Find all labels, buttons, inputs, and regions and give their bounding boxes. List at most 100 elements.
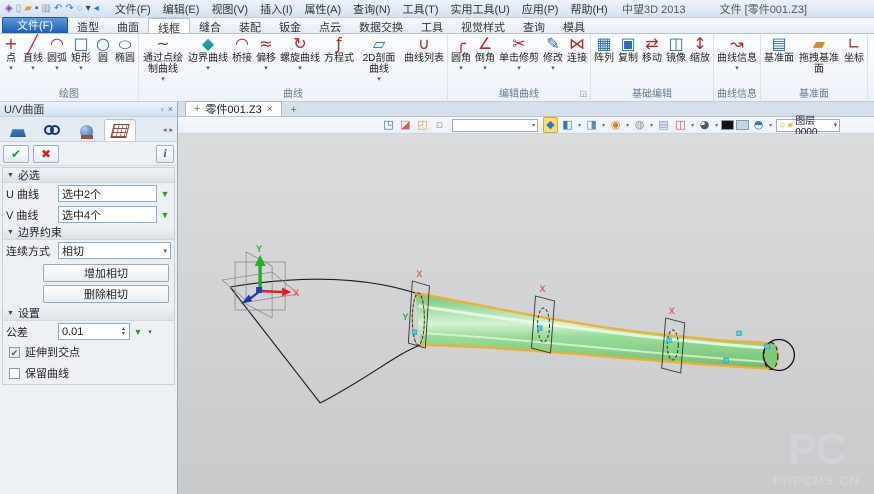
3d-viewport[interactable]: X Y X Y X X PC PHPCMS.CN [178,134,874,494]
ribbon-button-scale[interactable]: ↕缩放 [688,35,712,64]
u-pick-arrow-icon[interactable]: ▼ [159,189,171,199]
ribbon-button-spiral-curve[interactable]: ↻螺旋曲线▾ [278,35,322,72]
layer-combobox[interactable]: ○●图层0000▾ [776,119,840,132]
qa-dropdown-icon[interactable]: ▾ [86,3,91,15]
ribbon-button-fillet[interactable]: ╭圆角▾ [449,35,473,72]
ribbon-button-chamfer[interactable]: ∠倒角▾ [473,35,497,72]
cancel-button[interactable]: ✖ [33,145,59,163]
chevron-down-icon[interactable]: ▾ [377,76,381,83]
quick-input-combobox[interactable]: ▾ [452,119,538,132]
tab-point-cloud[interactable]: 点云 [310,18,350,33]
menu-tools[interactable]: 工具(T) [396,1,444,17]
redo-icon[interactable]: ↷ [65,3,73,15]
menu-help[interactable]: 帮助(H) [564,1,613,17]
chevron-down-icon[interactable]: ▾ [517,65,521,72]
v-pick-arrow-icon[interactable]: ▼ [159,210,171,220]
image-plane-icon[interactable]: ▤ [656,118,671,132]
section-boundary[interactable]: ▼ 边界约束 [3,225,174,240]
shadow-sphere-icon[interactable]: ◕ [697,118,712,132]
app-logo-icon[interactable]: ◈ [5,3,13,15]
section-view-icon[interactable]: ◫ [673,118,688,132]
display-mode-icon[interactable]: ◨ [584,118,599,132]
ribbon-button-curve-list[interactable]: ∪曲线列表 [402,35,446,64]
ribbon-button-curve-info[interactable]: ↝曲线信息▾ [715,35,759,72]
chevron-down-icon[interactable]: ▾ [55,65,59,72]
new-file-icon[interactable]: ▯ [16,3,22,15]
tab-close-icon[interactable]: × [267,104,273,115]
ribbon-button-circle[interactable]: ○圆 [93,35,113,64]
panel-tab-prev-icon[interactable]: ◂ [163,126,167,134]
menu-inquire[interactable]: 查询(N) [347,1,396,17]
tab-assembly[interactable]: 装配 [230,18,270,33]
tab-surface[interactable]: 曲面 [108,18,148,33]
align-view-icon[interactable]: ◆ [543,117,558,133]
add-tangent-button[interactable]: 增加相切 [43,264,169,282]
ribbon-button-boundary-curve[interactable]: ◆边界曲线▾ [186,35,230,72]
entity-color-swatch[interactable] [721,120,734,130]
ribbon-button-arc[interactable]: ◠圆弧▾ [45,35,69,72]
ribbon-button-one-click-trim[interactable]: ✂单击修剪▾ [497,35,541,72]
menu-attributes[interactable]: 属性(A) [299,1,348,17]
section-settings[interactable]: ▼ 设置 [3,306,174,321]
tolerance-pick-arrow-icon[interactable]: ▼ [132,327,144,337]
menu-view[interactable]: 视图(V) [205,1,254,17]
ribbon-button-curve-through-points[interactable]: ~通过点绘制曲线▾ [140,35,186,83]
section-required[interactable]: ▼ 必选 [3,168,174,183]
ribbon-button-modify[interactable]: ✎修改▾ [541,35,565,72]
tab-tools[interactable]: 工具 [412,18,452,33]
ribbon-button-move[interactable]: ⇄移动 [640,35,664,64]
menu-utilities[interactable]: 实用工具(U) [445,1,516,17]
refresh-view-icon[interactable]: ◌ [77,3,83,15]
panel-tab-next-icon[interactable]: ▸ [169,126,173,134]
ribbon-button-drag-datum-plane[interactable]: ▰拖拽基准面 [796,35,842,75]
chevron-down-icon[interactable]: ▾ [769,122,772,129]
chevron-down-icon[interactable]: ▾ [650,122,653,129]
tolerance-input[interactable]: 0.01 ▲▼ [58,323,130,340]
ribbon-button-line[interactable]: ╱直线▾ [21,35,45,72]
ribbon-button-bridge-curve[interactable]: ◠桥接 [230,35,254,64]
panel-tab-render-sphere[interactable] [70,119,102,141]
chevron-down-icon[interactable]: ▾ [161,76,165,83]
chevron-down-icon[interactable]: ▾ [626,122,629,129]
continuity-select[interactable]: 相切 ▾ [58,242,171,259]
shaded-sphere-icon[interactable]: ◓ [751,118,766,132]
menu-insert[interactable]: 插入(I) [254,1,298,17]
ribbon-button-csys[interactable]: ∟坐标 [842,35,866,64]
print-icon[interactable]: ▥ [41,3,50,15]
chevron-down-icon[interactable]: ▾ [459,65,463,72]
chevron-down-icon[interactable]: ▾ [264,65,268,72]
panel-tab-uv-surface[interactable] [104,119,136,141]
ribbon-button-connect[interactable]: ⋈连接 [565,35,589,64]
undo-icon[interactable]: ↶ [54,3,62,15]
regen-part-icon[interactable]: ▫ [432,118,447,132]
u-curves-input[interactable]: 选中2个 [58,185,157,202]
menu-file[interactable]: 文件(F) [109,1,157,17]
spinner-arrows-icon[interactable]: ▲▼ [121,327,126,337]
chevron-down-icon[interactable]: ▾ [146,328,154,336]
dialog-launcher-icon[interactable]: ◲ [579,90,587,98]
chevron-down-icon[interactable]: ▾ [298,65,302,72]
v-curves-input[interactable]: 选中4个 [58,206,157,223]
standard-view-icon[interactable]: ◧ [560,118,575,132]
ribbon-button-offset-curve[interactable]: ≈偏移▾ [254,35,278,72]
chevron-down-icon[interactable]: ▾ [483,65,487,72]
ribbon-button-section-curve-2d[interactable]: ▱2D剖面曲线▾ [356,35,402,83]
ribbon-button-ellipse[interactable]: ○椭圆 [113,35,137,64]
ring-display-icon[interactable]: ◍ [632,118,647,132]
panel-float-icon[interactable]: ▫ [161,105,164,114]
tab-visual-style[interactable]: 视觉样式 [452,18,514,33]
chevron-down-icon[interactable]: ▾ [9,65,13,72]
unfold-face-icon[interactable]: ◰ [415,118,430,132]
chevron-down-icon[interactable]: ▾ [578,122,581,129]
ribbon-button-copy[interactable]: ▣复制 [616,35,640,64]
file-menu-button[interactable]: 文件(F) [2,17,68,33]
chevron-down-icon[interactable]: ▾ [602,122,605,129]
tab-shape[interactable]: 造型 [68,18,108,33]
chevron-down-icon[interactable]: ▾ [551,65,555,72]
new-tab-button[interactable]: + [282,104,306,116]
ribbon-button-mirror[interactable]: ◫镜像 [664,35,688,64]
chevron-down-icon[interactable]: ▾ [735,65,739,72]
tab-mold[interactable]: 模具 [554,18,594,33]
chevron-down-icon[interactable]: ▾ [691,122,694,129]
panel-close-icon[interactable]: × [168,105,173,114]
